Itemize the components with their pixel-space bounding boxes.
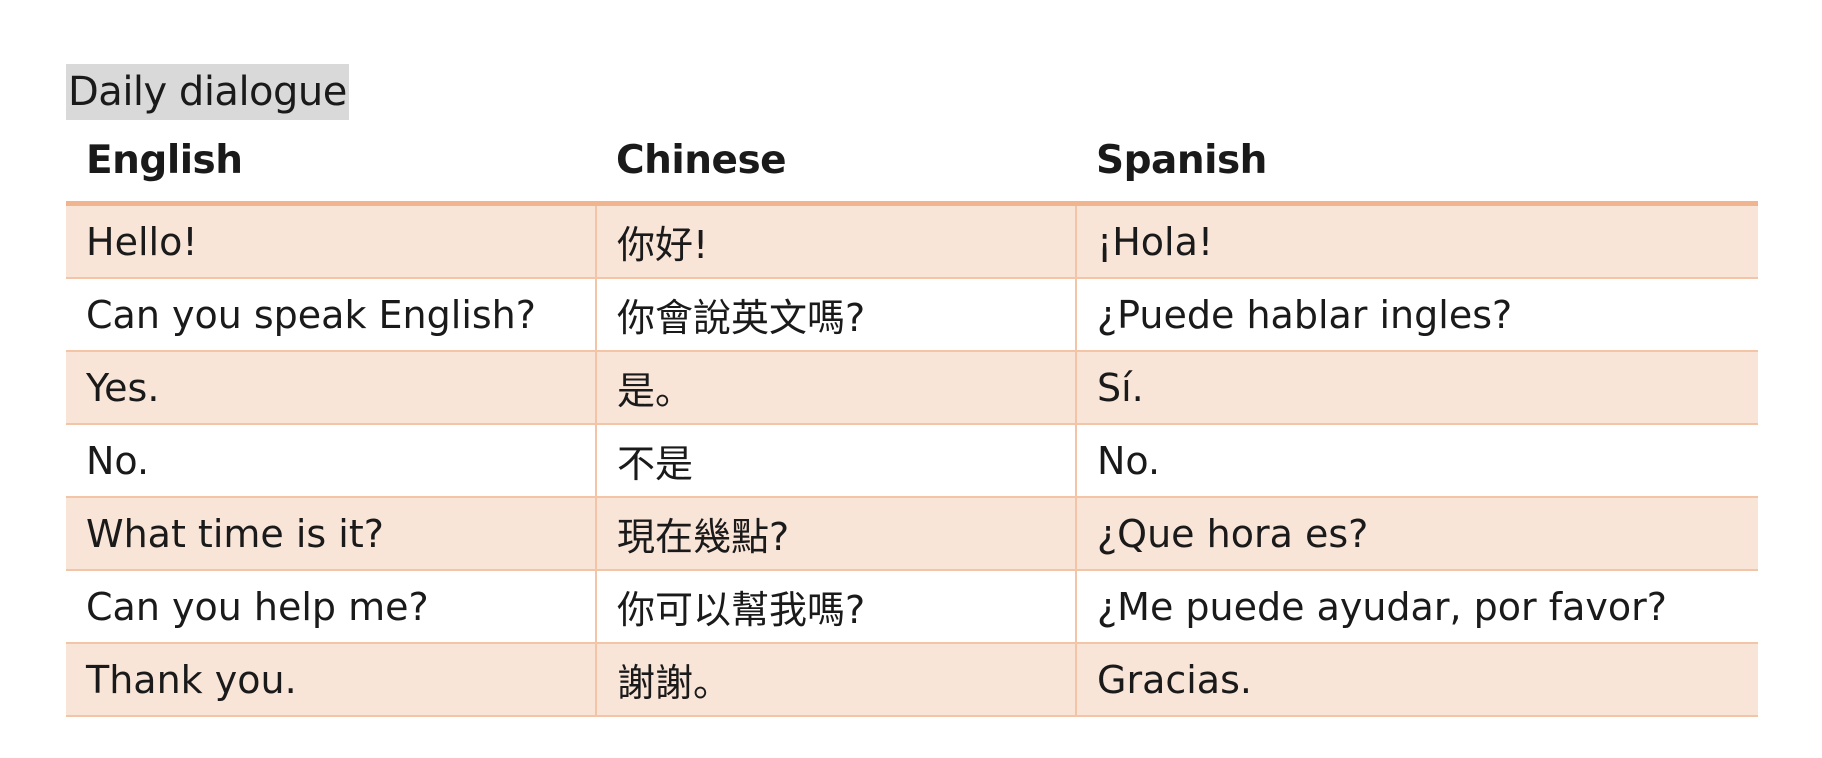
cell-spanish: ¿Me puede ayudar, por favor? <box>1076 570 1758 644</box>
cell-english: Thank you. <box>66 643 597 717</box>
header-english: English <box>66 120 596 206</box>
cell-chinese: 你可以幫我嗎? <box>596 570 1077 644</box>
cell-chinese: 是。 <box>596 351 1077 425</box>
cell-chinese: 你好! <box>596 203 1077 279</box>
cell-chinese: 謝謝。 <box>596 643 1077 717</box>
table-row: Hello! 你好! ¡Hola! <box>66 203 1758 279</box>
cell-spanish: Gracias. <box>1076 643 1758 717</box>
cell-chinese: 不是 <box>596 424 1077 498</box>
header-spanish: Spanish <box>1076 120 1758 206</box>
table-caption: Daily dialogue <box>66 64 349 120</box>
header-chinese: Chinese <box>596 120 1076 206</box>
table-row: Can you speak English? 你會說英文嗎? ¿Puede ha… <box>66 278 1758 352</box>
cell-english: Can you speak English? <box>66 278 597 352</box>
table-header-row: English Chinese Spanish <box>66 120 1758 206</box>
cell-english: Can you help me? <box>66 570 597 644</box>
cell-english: Hello! <box>66 203 597 279</box>
cell-spanish: Sí. <box>1076 351 1758 425</box>
document-body: Daily dialogue English Chinese Spanish H… <box>66 64 1758 717</box>
table-row: Thank you. 謝謝。 Gracias. <box>66 643 1758 717</box>
cell-english: Yes. <box>66 351 597 425</box>
cell-english: No. <box>66 424 597 498</box>
cell-english: What time is it? <box>66 497 597 571</box>
cell-chinese: 現在幾點? <box>596 497 1077 571</box>
dialogue-table: English Chinese Spanish Hello! 你好! ¡Hola… <box>66 120 1758 717</box>
table-row: Can you help me? 你可以幫我嗎? ¿Me puede ayuda… <box>66 570 1758 644</box>
cell-spanish: No. <box>1076 424 1758 498</box>
cell-spanish: ¡Hola! <box>1076 203 1758 279</box>
table-row: What time is it? 現在幾點? ¿Que hora es? <box>66 497 1758 571</box>
cell-spanish: ¿Que hora es? <box>1076 497 1758 571</box>
table-row: Yes. 是。 Sí. <box>66 351 1758 425</box>
table-row: No. 不是 No. <box>66 424 1758 498</box>
cell-spanish: ¿Puede hablar ingles? <box>1076 278 1758 352</box>
cell-chinese: 你會說英文嗎? <box>596 278 1077 352</box>
